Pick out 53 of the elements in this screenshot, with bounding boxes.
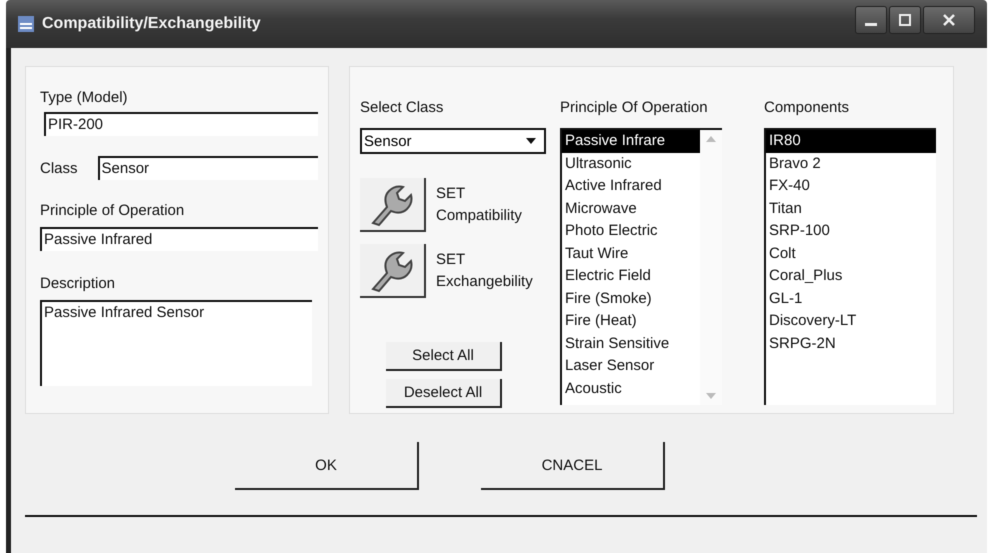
- maximize-icon: [899, 14, 911, 26]
- dropdown-caret-icon: [526, 138, 536, 144]
- list-item[interactable]: Microwave: [562, 198, 700, 220]
- list-header: Principle Of Operation: [560, 99, 709, 116]
- field-label: Class: [40, 160, 78, 176]
- list-item[interactable]: FX-40: [766, 175, 936, 198]
- list-item[interactable]: Fire (Heat): [562, 310, 700, 332]
- input-field[interactable]: Sensor: [98, 156, 318, 180]
- select-all-button[interactable]: Select All: [386, 342, 502, 371]
- list-item[interactable]: Photo Electric: [562, 220, 700, 242]
- list-item[interactable]: Colt: [766, 242, 936, 265]
- list-item[interactable]: Coral_Plus: [766, 265, 936, 288]
- list-item[interactable]: SRPG-2N: [766, 332, 936, 355]
- list-item[interactable]: Fire (Smoke): [562, 288, 700, 310]
- ok-button[interactable]: OK: [235, 442, 419, 490]
- list-item[interactable]: SRP-100: [766, 220, 936, 242]
- list-item[interactable]: Discovery-LT: [766, 310, 936, 332]
- button-caption: SET Exchangebility: [436, 250, 533, 292]
- maximize-button[interactable]: [889, 6, 921, 34]
- field-label: Type (Model): [40, 89, 129, 106]
- principle-list[interactable]: Passive Infrare Ultrasonic Active Infrared Microwave Photo Electric Taut Wire Electric Field Fire (Smoke) Fire (Heat) Strain Sensitive Laser Sensor Acoustic: [560, 128, 722, 405]
- list-item[interactable]: GL-1: [766, 288, 936, 310]
- list-item[interactable]: IR80: [766, 130, 936, 152]
- list-item[interactable]: Laser Sensor: [562, 355, 700, 378]
- list-header: Components: [764, 99, 850, 116]
- components-list[interactable]: IR80 Bravo 2 FX-40 Titan SRP-100 Colt Coral_Plus GL-1 Discovery-LT SRPG-2N: [764, 128, 936, 405]
- window-title: Compatibility/Exchangebility: [42, 15, 261, 33]
- field-label: Principle of Operation: [40, 202, 186, 219]
- wrench-button[interactable]: [360, 178, 426, 232]
- close-button[interactable]: [923, 6, 975, 34]
- input-field[interactable]: PIR-200: [44, 112, 318, 136]
- wrench-button[interactable]: [360, 244, 426, 298]
- list-item[interactable]: Passive Infrare: [562, 130, 700, 152]
- window-icon: [18, 16, 34, 32]
- class-dropdown[interactable]: Sensor: [360, 128, 546, 154]
- list-item[interactable]: Acoustic: [562, 378, 700, 400]
- cancel-button[interactable]: CNACEL: [481, 442, 665, 490]
- input-field[interactable]: Passive Infrared: [40, 227, 318, 251]
- field-label: Description: [40, 275, 116, 292]
- list-item[interactable]: Ultrasonic: [562, 152, 700, 175]
- list-item[interactable]: Strain Sensitive: [562, 332, 700, 355]
- list-item[interactable]: Taut Wire: [562, 242, 700, 265]
- minimize-button[interactable]: [855, 6, 887, 34]
- button-caption: SET Compatibility: [436, 184, 522, 226]
- list-item[interactable]: Active Infrared: [562, 175, 700, 198]
- list-item[interactable]: Electric Field: [562, 265, 700, 288]
- deselect-all-button[interactable]: Deselect All: [386, 379, 502, 408]
- list-item[interactable]: Titan: [766, 198, 936, 220]
- minimize-icon: [865, 23, 877, 26]
- list-item[interactable]: Bravo 2: [766, 152, 936, 175]
- field-label: Select Class: [360, 99, 444, 116]
- text-area[interactable]: Passive Infrared Sensor: [40, 300, 312, 386]
- close-icon: [943, 14, 955, 26]
